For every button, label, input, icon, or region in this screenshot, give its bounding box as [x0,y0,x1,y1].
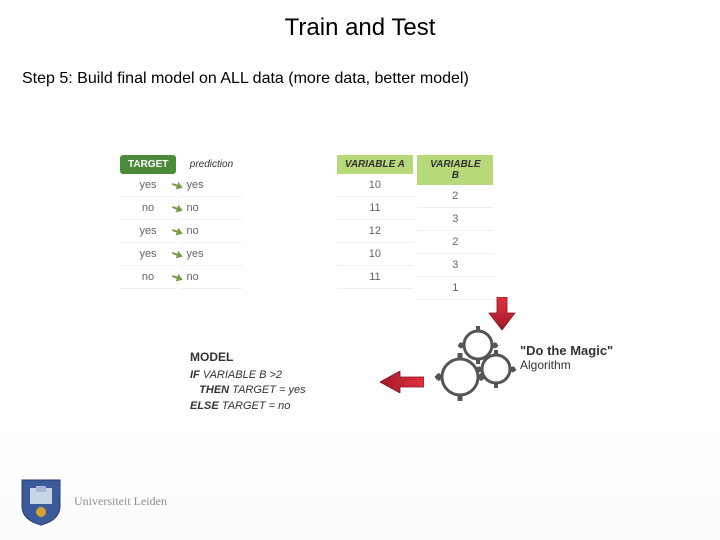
target-row: yes [120,243,176,266]
university-name: Universiteit Leiden [74,494,167,509]
magic-line1: "Do the Magic" [520,343,613,358]
var-b-header: VARIABLE B [417,155,493,185]
magic-line2: Algorithm [520,358,613,372]
var-a-header: VARIABLE A [337,155,413,174]
model-block: MODEL IF VARIABLE B >2 THEN TARGET = yes… [190,350,306,414]
model-title: MODEL [190,350,306,364]
prediction-row: no [180,220,242,243]
prediction-table: prediction yes no no yes no [180,155,242,289]
model-if-line: IF VARIABLE B >2 [190,368,306,383]
prediction-row: no [180,197,242,220]
arrow-small-icon [172,226,184,238]
model-then-line: THEN TARGET = yes [190,383,306,398]
gears-icon [430,325,520,416]
arrow-small-icon [172,180,184,192]
var-a-row: 12 [337,220,413,243]
var-a-row: 11 [337,197,413,220]
prediction-row: no [180,266,242,289]
target-row: no [120,266,176,289]
step-text: Step 5: Build final model on ALL data (m… [0,42,720,88]
diagram: TARGET yes no yes yes no prediction yes … [120,155,640,300]
arrow-left-icon [380,371,424,398]
target-header: TARGET [120,155,176,174]
var-b-row: 2 [417,185,493,208]
target-row: yes [120,174,176,197]
var-a-row: 10 [337,174,413,197]
arrow-small-icon [172,203,184,215]
footer-logo: Universiteit Leiden [18,476,167,526]
university-crest-icon [18,476,64,526]
variables-table: VARIABLE A 10 11 12 10 11 VARIABLE B 2 3… [337,155,493,300]
var-b-row: 3 [417,254,493,277]
magic-label: "Do the Magic" Algorithm [520,343,613,372]
prediction-row: yes [180,243,242,266]
prediction-row: yes [180,174,242,197]
var-a-row: 11 [337,266,413,289]
slide-title: Train and Test [0,0,720,42]
var-b-row: 2 [417,231,493,254]
target-row: no [120,197,176,220]
prediction-header: prediction [180,155,242,174]
arrow-small-icon [172,249,184,261]
target-row: yes [120,220,176,243]
var-b-row: 1 [417,277,493,300]
target-table: TARGET yes no yes yes no [120,155,176,289]
model-else-line: ELSE TARGET = no [190,399,306,414]
arrow-small-icon [172,272,184,284]
var-b-row: 3 [417,208,493,231]
var-a-row: 10 [337,243,413,266]
